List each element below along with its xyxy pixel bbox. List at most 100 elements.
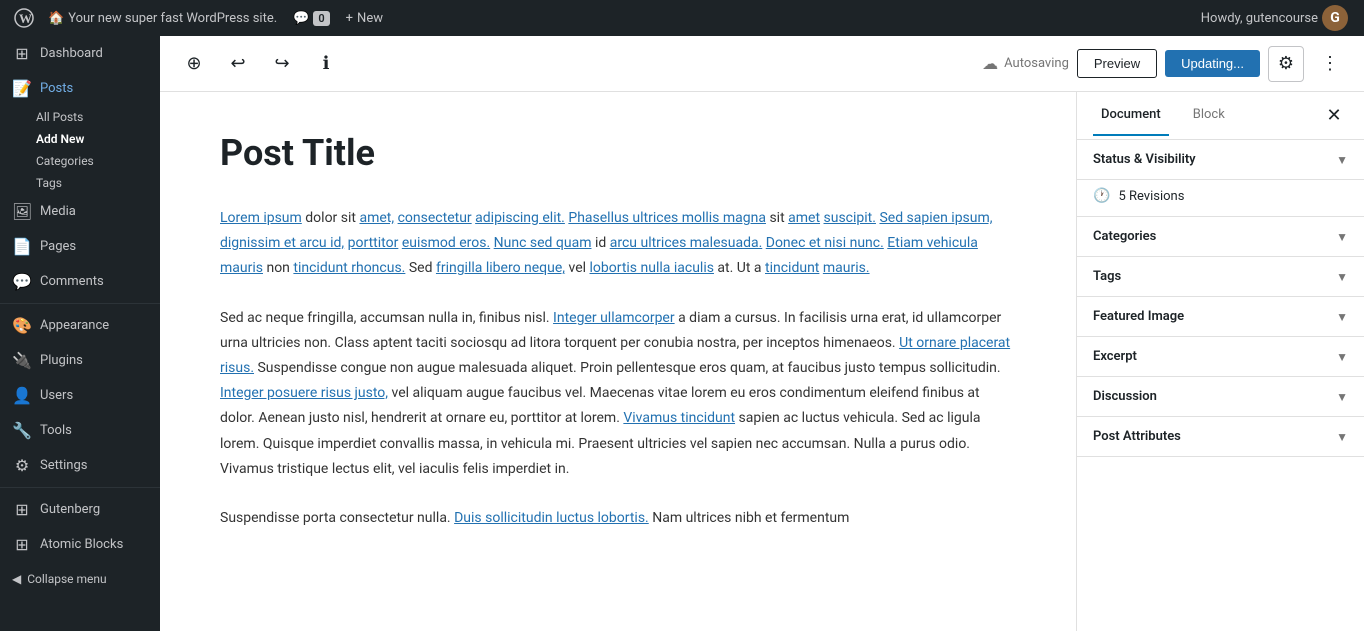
sidebar-item-dashboard[interactable]: ⊞ Dashboard <box>0 36 160 71</box>
site-name-label: Your new super fast WordPress site. <box>68 11 277 26</box>
section-categories-header[interactable]: Categories ▼ <box>1077 217 1364 256</box>
plugins-icon: 🔌 <box>12 351 32 370</box>
home-icon: 🏠 <box>48 11 64 26</box>
clock-icon: 🕐 <box>1093 188 1110 204</box>
pages-icon: 📄 <box>12 237 32 256</box>
plus-icon: + <box>346 11 353 26</box>
update-button[interactable]: Updating... <box>1165 50 1260 77</box>
discussion-chevron: ▼ <box>1336 390 1348 404</box>
sidebar-divider-1 <box>0 303 160 304</box>
sidebar-item-tools[interactable]: 🔧 Tools <box>0 413 160 448</box>
panel-content: Status & Visibility ▼ 🕐 5 Revisions <box>1077 140 1364 631</box>
sidebar-item-pages[interactable]: 📄 Pages <box>0 229 160 264</box>
sidebar-label-atomic-blocks: Atomic Blocks <box>40 537 123 552</box>
sidebar-item-users[interactable]: 👤 Users <box>0 378 160 413</box>
posts-icon: 📝 <box>12 79 32 98</box>
sidebar-sub-categories[interactable]: Categories <box>0 150 160 172</box>
categories-label: Categories <box>1093 229 1156 244</box>
autosaving-label: Autosaving <box>1004 56 1069 71</box>
avatar-letter: G <box>1330 10 1340 26</box>
panel-close-button[interactable]: ✕ <box>1320 102 1348 130</box>
section-tags-header[interactable]: Tags ▼ <box>1077 257 1364 296</box>
sidebar-item-settings[interactable]: ⚙ Settings <box>0 448 160 483</box>
post-paragraph-2: Sed ac neque fringilla, accumsan nulla i… <box>220 306 1016 482</box>
users-icon: 👤 <box>12 386 32 405</box>
sidebar-label-dashboard: Dashboard <box>40 46 103 61</box>
sidebar: ⊞ Dashboard 📝 Posts All Posts Add New Ca… <box>0 36 160 631</box>
section-tags: Tags ▼ <box>1077 257 1364 297</box>
section-featured-image: Featured Image ▼ <box>1077 297 1364 337</box>
comments-item[interactable]: 💬 0 <box>285 0 337 36</box>
new-item[interactable]: + New <box>338 0 391 36</box>
sidebar-label-tools: Tools <box>40 423 72 438</box>
preview-button[interactable]: Preview <box>1077 49 1157 78</box>
section-status-visibility-header[interactable]: Status & Visibility ▼ <box>1077 140 1364 179</box>
tags-label: Tags <box>1093 269 1121 284</box>
section-featured-image-header[interactable]: Featured Image ▼ <box>1077 297 1364 336</box>
collapse-icon: ◀ <box>12 572 21 586</box>
revisions-row[interactable]: 🕐 5 Revisions <box>1077 180 1364 216</box>
section-status-visibility: Status & Visibility ▼ <box>1077 140 1364 180</box>
sidebar-item-posts[interactable]: 📝 Posts <box>0 71 160 106</box>
sidebar-item-comments[interactable]: 💬 Comments <box>0 264 160 299</box>
sidebar-item-gutenberg[interactable]: ⊞ Gutenberg <box>0 492 160 527</box>
sidebar-sub-add-new[interactable]: Add New <box>0 128 160 150</box>
preview-label: Preview <box>1094 56 1140 71</box>
section-excerpt-header[interactable]: Excerpt ▼ <box>1077 337 1364 376</box>
avatar: G <box>1322 5 1348 31</box>
panel-tabs: Document Block ✕ <box>1077 92 1364 140</box>
post-title[interactable]: Post Title <box>220 132 1016 174</box>
tab-document[interactable]: Document <box>1093 95 1169 136</box>
user-greeting[interactable]: Howdy, gutencourse G <box>1201 5 1356 31</box>
sidebar-sub-tags[interactable]: Tags <box>0 172 160 194</box>
add-block-button[interactable]: ⊕ <box>176 46 212 82</box>
plus-circle-icon: ⊕ <box>186 53 201 74</box>
site-name-item[interactable]: 🏠 Your new super fast WordPress site. <box>40 0 285 36</box>
section-post-attributes-header[interactable]: Post Attributes ▼ <box>1077 417 1364 456</box>
status-visibility-chevron: ▼ <box>1336 153 1348 167</box>
editor-toolbar: ⊕ ↩ ↪ ℹ ☁ Autosaving Preview Updating... <box>160 36 1364 92</box>
post-paragraph-1: Lorem ipsum dolor sit amet, consectetur … <box>220 206 1016 282</box>
post-attributes-label: Post Attributes <box>1093 429 1181 444</box>
tags-chevron: ▼ <box>1336 270 1348 284</box>
sidebar-label-pages: Pages <box>40 239 76 254</box>
more-options-button[interactable]: ⋮ <box>1312 46 1348 82</box>
sidebar-label-plugins: Plugins <box>40 353 83 368</box>
admin-bar: W 🏠 Your new super fast WordPress site. … <box>0 0 1364 36</box>
sidebar-label-gutenberg: Gutenberg <box>40 502 100 517</box>
settings-toggle-button[interactable]: ⚙ <box>1268 46 1304 82</box>
sidebar-item-media[interactable]: 🖼 Media <box>0 194 160 229</box>
redo-button[interactable]: ↪ <box>264 46 300 82</box>
sidebar-sub-all-posts[interactable]: All Posts <box>0 106 160 128</box>
dashboard-icon: ⊞ <box>12 44 32 63</box>
sidebar-label-comments: Comments <box>40 274 104 289</box>
editor-body: Post Title Lorem ipsum dolor sit amet, c… <box>160 92 1364 631</box>
sidebar-item-atomic-blocks[interactable]: ⊞ Atomic Blocks <box>0 527 160 562</box>
revisions-label: 5 Revisions <box>1118 189 1184 204</box>
section-discussion-header[interactable]: Discussion ▼ <box>1077 377 1364 416</box>
collapse-label: Collapse menu <box>27 572 106 586</box>
section-post-attributes: Post Attributes ▼ <box>1077 417 1364 457</box>
undo-button[interactable]: ↩ <box>220 46 256 82</box>
sidebar-label-posts: Posts <box>40 81 73 96</box>
redo-icon: ↪ <box>274 53 289 74</box>
close-icon: ✕ <box>1326 105 1341 126</box>
right-panel: Document Block ✕ Status & Visibility ▼ <box>1076 92 1364 631</box>
sidebar-item-plugins[interactable]: 🔌 Plugins <box>0 343 160 378</box>
new-label: New <box>357 11 383 26</box>
svg-text:W: W <box>19 11 32 26</box>
comment-count: 0 <box>313 11 329 26</box>
atomic-blocks-icon: ⊞ <box>12 535 32 554</box>
info-button[interactable]: ℹ <box>308 46 344 82</box>
comments-sidebar-icon: 💬 <box>12 272 32 291</box>
wp-logo[interactable]: W <box>8 0 40 36</box>
tab-block[interactable]: Block <box>1185 95 1233 136</box>
sidebar-item-appearance[interactable]: 🎨 Appearance <box>0 308 160 343</box>
collapse-menu-button[interactable]: ◀ Collapse menu <box>0 562 160 596</box>
categories-chevron: ▼ <box>1336 230 1348 244</box>
post-content-area[interactable]: Post Title Lorem ipsum dolor sit amet, c… <box>160 92 1076 631</box>
sidebar-divider-2 <box>0 487 160 488</box>
howdy-label: Howdy, gutencourse <box>1201 11 1318 26</box>
post-body[interactable]: Lorem ipsum dolor sit amet, consectetur … <box>220 206 1016 531</box>
settings-sidebar-icon: ⚙ <box>12 456 32 475</box>
